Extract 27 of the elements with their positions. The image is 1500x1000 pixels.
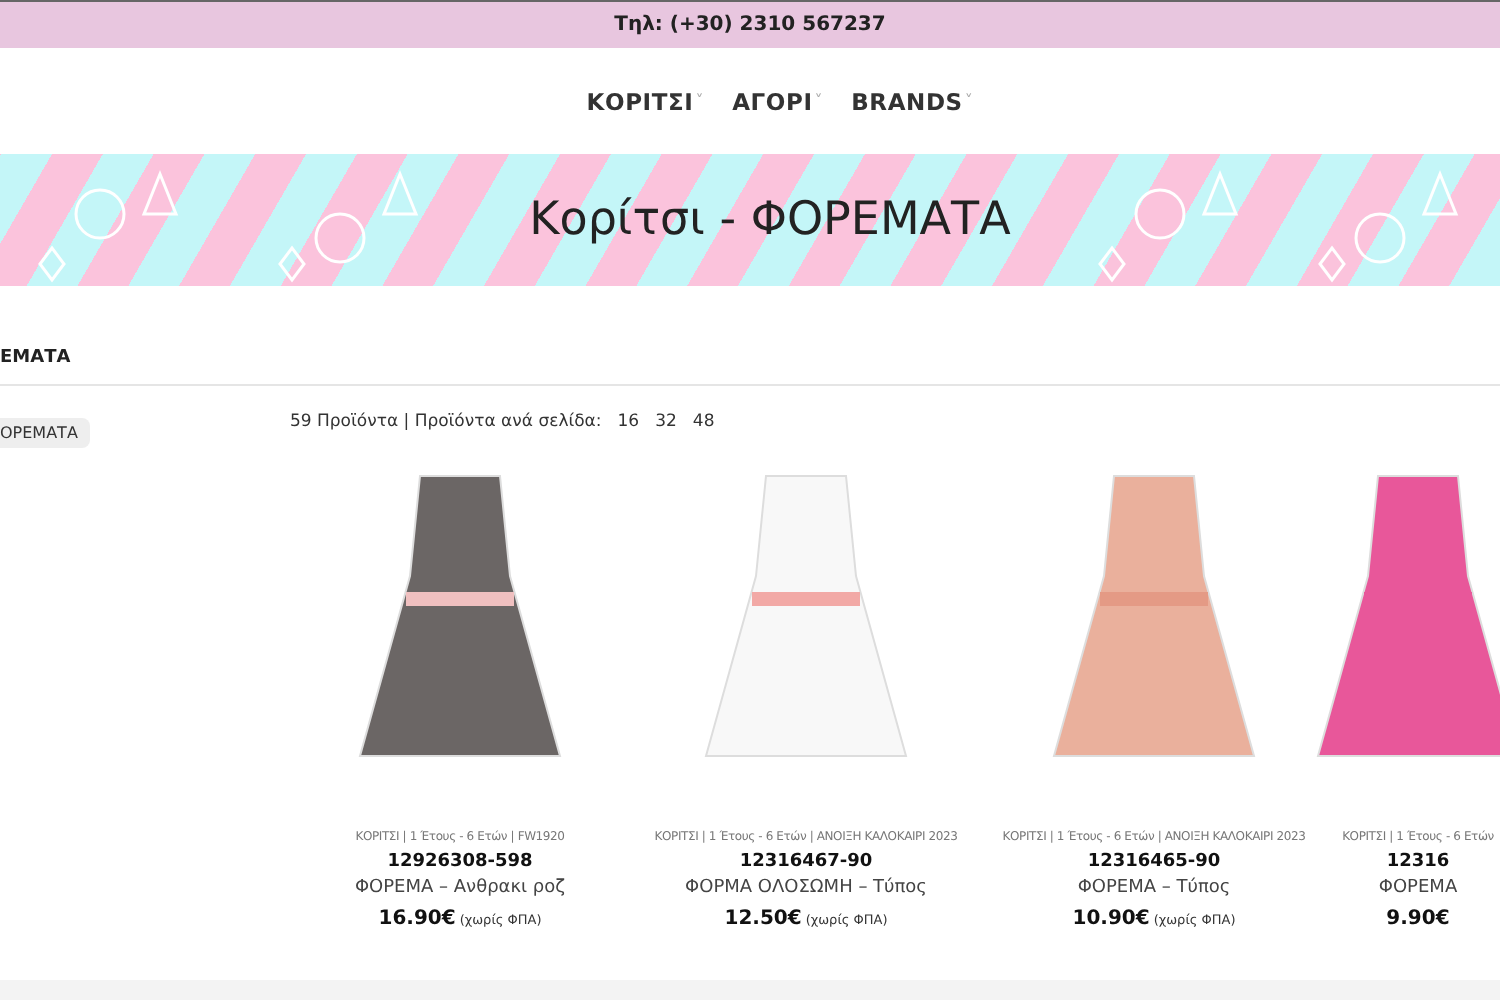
product-name[interactable]: ΦΟΡΕΜΑ – Τύπος bbox=[1077, 878, 1231, 898]
doodle-drawing bbox=[38, 169, 179, 283]
product-price: 9.90€ bbox=[1386, 908, 1450, 930]
product-code: 12316 bbox=[1386, 852, 1450, 872]
phone-number: Τηλ: (+30) 2310 567237 bbox=[614, 14, 886, 36]
nav-link[interactable]: ΑΓΟΡΙ˅ bbox=[732, 87, 824, 115]
product-name[interactable]: ΦΟΡΕΜΑ – Ανθρακι ροζ bbox=[354, 878, 566, 898]
breadcrumb: ΕΜΑΤΑ bbox=[0, 347, 71, 367]
page-title: Κορίτσι - ΦΟΡΕΜΑΤΑ bbox=[527, 194, 1011, 246]
product-code: 12926308-598 bbox=[387, 852, 533, 872]
per-page-link[interactable]: 16 bbox=[617, 412, 640, 432]
product-name[interactable]: ΦΟΡΕΜΑ bbox=[1378, 878, 1458, 898]
product-name[interactable]: ΦΟΡΜΑ ΟΛΟΣΩΜΗ – Τύπος bbox=[685, 878, 927, 898]
product-price: 12.50€ bbox=[724, 908, 802, 930]
per-page-link[interactable]: 48 bbox=[692, 412, 715, 432]
doodle-drawing bbox=[1098, 169, 1239, 283]
filter-tag[interactable]: ΟΡΕΜΑΤΑ bbox=[0, 418, 90, 448]
product-count: 59 Προϊόντα | Προϊόντα ανά σελίδα: bbox=[290, 412, 602, 432]
product-code: 12316467-90 bbox=[739, 852, 873, 872]
product-price: 16.90€ bbox=[378, 908, 456, 930]
doodle-drawing bbox=[1318, 169, 1459, 283]
nav-link[interactable]: BRANDS˅ bbox=[851, 87, 974, 115]
doodle-drawing bbox=[278, 169, 419, 283]
product-code: 12316465-90 bbox=[1087, 852, 1221, 872]
nav-link[interactable]: ΚΟΡΙΤΣΙ˅ bbox=[586, 87, 705, 115]
per-page-link[interactable]: 32 bbox=[655, 412, 677, 432]
product-price: 10.90€ bbox=[1072, 908, 1150, 930]
